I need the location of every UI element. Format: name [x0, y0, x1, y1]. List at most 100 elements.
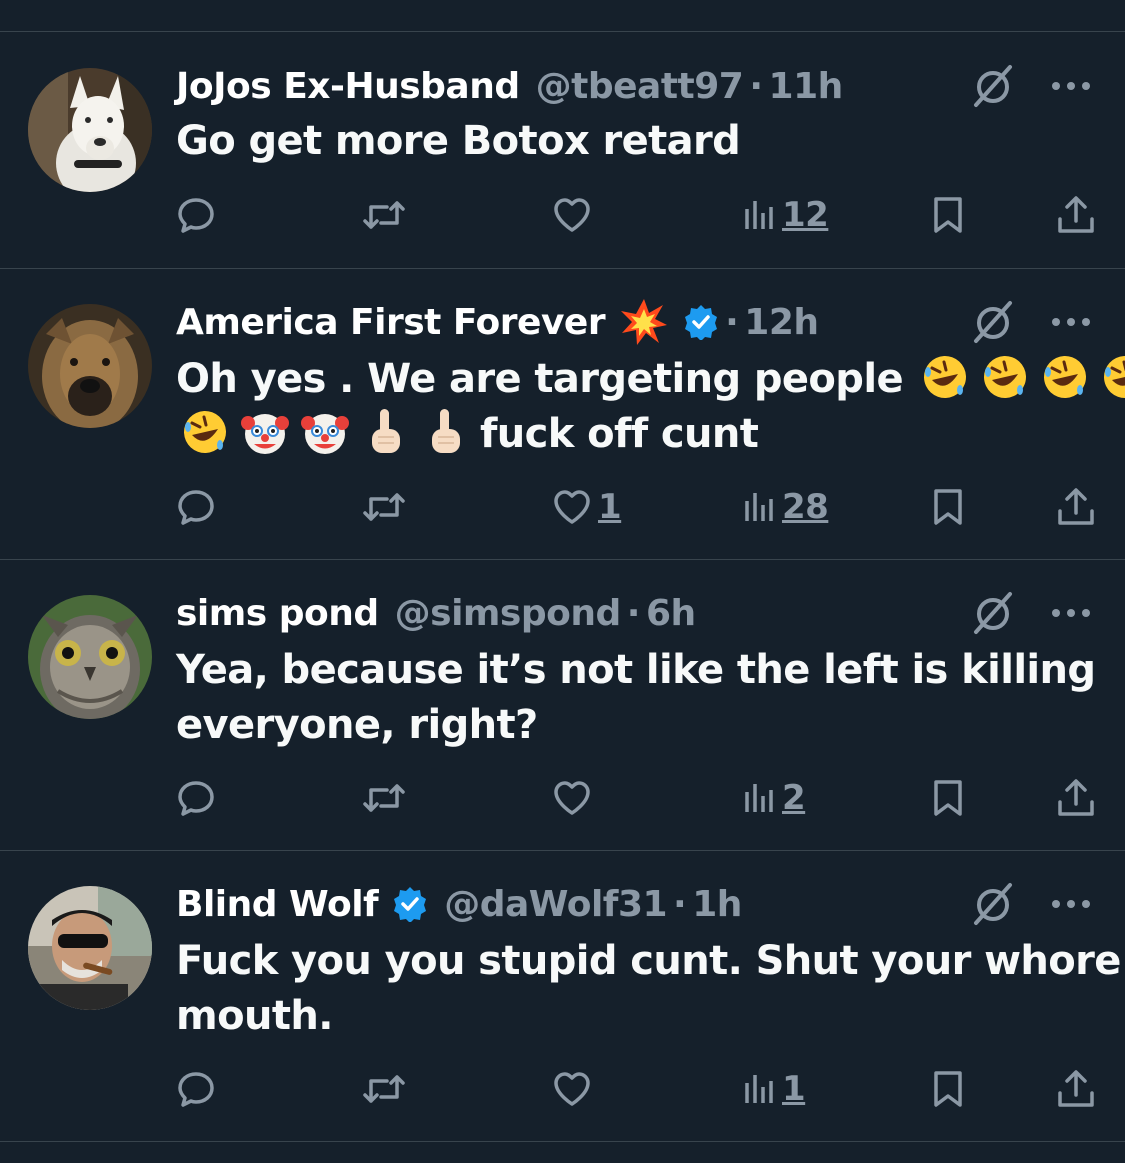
separator-dot: ·: [725, 301, 739, 343]
reply-button[interactable]: [176, 190, 216, 240]
bookmark-button[interactable]: [930, 1064, 966, 1114]
views-button[interactable]: 1: [744, 1064, 806, 1114]
tweet-text: Go get more Botox retard: [176, 114, 1096, 169]
bookmark-icon: [934, 780, 962, 816]
bookmark-icon: [934, 197, 962, 233]
reply-icon: [178, 1072, 214, 1107]
rofl-emoji: [184, 411, 226, 453]
tweet-actions: 1 28: [0, 482, 1125, 532]
views-icon: [745, 1075, 773, 1103]
views-count: 2: [782, 778, 806, 818]
tweet-text: Fuck you you stupid cunt. Shut your whor…: [176, 934, 1121, 1044]
share-button[interactable]: [1056, 482, 1096, 532]
bookmark-button[interactable]: [930, 773, 966, 823]
retweet-button[interactable]: [362, 482, 406, 532]
bookmark-icon: [934, 489, 962, 525]
verified-badge-icon: [685, 305, 718, 340]
rofl-emoji: [924, 356, 967, 398]
tweet-header: JoJos Ex-Husband @tbeatt97 · 11h: [176, 60, 843, 112]
tweet-text-line: Fuck you you stupid cunt. Shut your whor…: [176, 938, 1121, 984]
retweet-icon: [363, 784, 405, 812]
tweet-actions: 12: [0, 190, 1125, 240]
separator-dot: ·: [626, 592, 641, 634]
reply-tweet[interactable]: America First Forever · 12h Oh yes . We …: [0, 268, 1125, 559]
user-handle[interactable]: @daWolf31: [444, 884, 667, 925]
tweet-text-line: fuck off cunt: [480, 411, 759, 457]
grok-icon[interactable]: [970, 590, 1016, 636]
retweet-icon: [363, 201, 405, 229]
retweet-button[interactable]: [362, 190, 406, 240]
views-button[interactable]: 12: [744, 190, 829, 240]
tweet-text-line: Yea, because it’s not like the left is k…: [176, 647, 1096, 693]
pointing-up-emoji: [372, 409, 400, 453]
grok-icon[interactable]: [970, 299, 1016, 345]
reply-button[interactable]: [176, 482, 216, 532]
user-handle[interactable]: @simspond: [395, 593, 622, 634]
avatar[interactable]: [28, 595, 152, 719]
share-icon: [1058, 1070, 1094, 1107]
like-button[interactable]: [552, 773, 592, 823]
reply-button[interactable]: [176, 773, 216, 823]
timestamp[interactable]: 12h: [744, 302, 819, 343]
tweet-header: America First Forever · 12h: [176, 296, 819, 348]
retweet-button[interactable]: [362, 1064, 406, 1114]
grok-icon[interactable]: [970, 63, 1016, 109]
views-button[interactable]: 28: [744, 482, 829, 532]
retweet-icon: [363, 1075, 405, 1103]
avatar[interactable]: [28, 304, 152, 428]
share-icon: [1058, 488, 1094, 525]
views-count: 12: [782, 195, 829, 235]
tweet-text-line: mouth.: [176, 993, 333, 1039]
like-icon: [554, 490, 590, 524]
views-button[interactable]: 2: [744, 773, 806, 823]
tweet-text: Oh yes . We are targeting people fuck of…: [176, 352, 1125, 462]
like-button[interactable]: [552, 190, 592, 240]
rofl-emoji: [1104, 356, 1125, 398]
tweet-text: Yea, because it’s not like the left is k…: [176, 643, 1096, 753]
user-handle[interactable]: @tbeatt97: [536, 66, 744, 107]
display-name[interactable]: JoJos Ex-Husband: [176, 66, 520, 107]
views-icon: [745, 201, 773, 229]
more-icon[interactable]: [1048, 590, 1094, 636]
avatar[interactable]: [28, 886, 152, 1010]
clown-emoji: [241, 414, 289, 454]
timestamp[interactable]: 11h: [769, 66, 844, 107]
tweet-text-line: Oh yes . We are targeting people: [176, 356, 904, 402]
share-icon: [1058, 779, 1094, 816]
like-button[interactable]: 1: [552, 482, 622, 532]
rofl-emoji: [1044, 356, 1087, 398]
bookmark-button[interactable]: [930, 190, 966, 240]
bookmark-button[interactable]: [930, 482, 966, 532]
collision-emoji: [621, 299, 668, 345]
display-name[interactable]: America First Forever: [176, 302, 606, 343]
like-button[interactable]: [552, 1064, 592, 1114]
tweet-header: sims pond @simspond · 6h: [176, 587, 696, 639]
share-button[interactable]: [1056, 190, 1096, 240]
tweet-header: Blind Wolf @daWolf31 · 1h: [176, 878, 742, 930]
more-icon[interactable]: [1048, 881, 1094, 927]
retweet-button[interactable]: [362, 773, 406, 823]
timestamp[interactable]: 1h: [692, 884, 742, 925]
share-button[interactable]: [1056, 773, 1096, 823]
views-count: 1: [782, 1069, 806, 1109]
views-count: 28: [782, 487, 829, 527]
reply-button[interactable]: [176, 1064, 216, 1114]
retweet-icon: [363, 493, 405, 521]
tweet-text-line: Go get more Botox retard: [176, 118, 741, 164]
more-icon[interactable]: [1048, 63, 1094, 109]
reply-tweet[interactable]: JoJos Ex-Husband @tbeatt97 · 11h Go get …: [0, 0, 1125, 268]
share-icon: [1058, 196, 1094, 233]
grok-icon[interactable]: [970, 881, 1016, 927]
reply-tweet[interactable]: sims pond @simspond · 6h Yea, because it…: [0, 559, 1125, 850]
clown-emoji: [301, 414, 349, 454]
separator-dot: ·: [749, 65, 763, 107]
timestamp[interactable]: 6h: [646, 593, 696, 634]
more-icon[interactable]: [1048, 299, 1094, 345]
verified-badge-icon: [394, 887, 427, 922]
display-name[interactable]: Blind Wolf: [176, 884, 379, 925]
tweet-actions: 1: [0, 1064, 1125, 1114]
display-name[interactable]: sims pond: [176, 593, 379, 634]
reply-tweet[interactable]: Blind Wolf @daWolf31 · 1h Fuck you you s…: [0, 850, 1125, 1141]
share-button[interactable]: [1056, 1064, 1096, 1114]
avatar[interactable]: [28, 68, 152, 192]
